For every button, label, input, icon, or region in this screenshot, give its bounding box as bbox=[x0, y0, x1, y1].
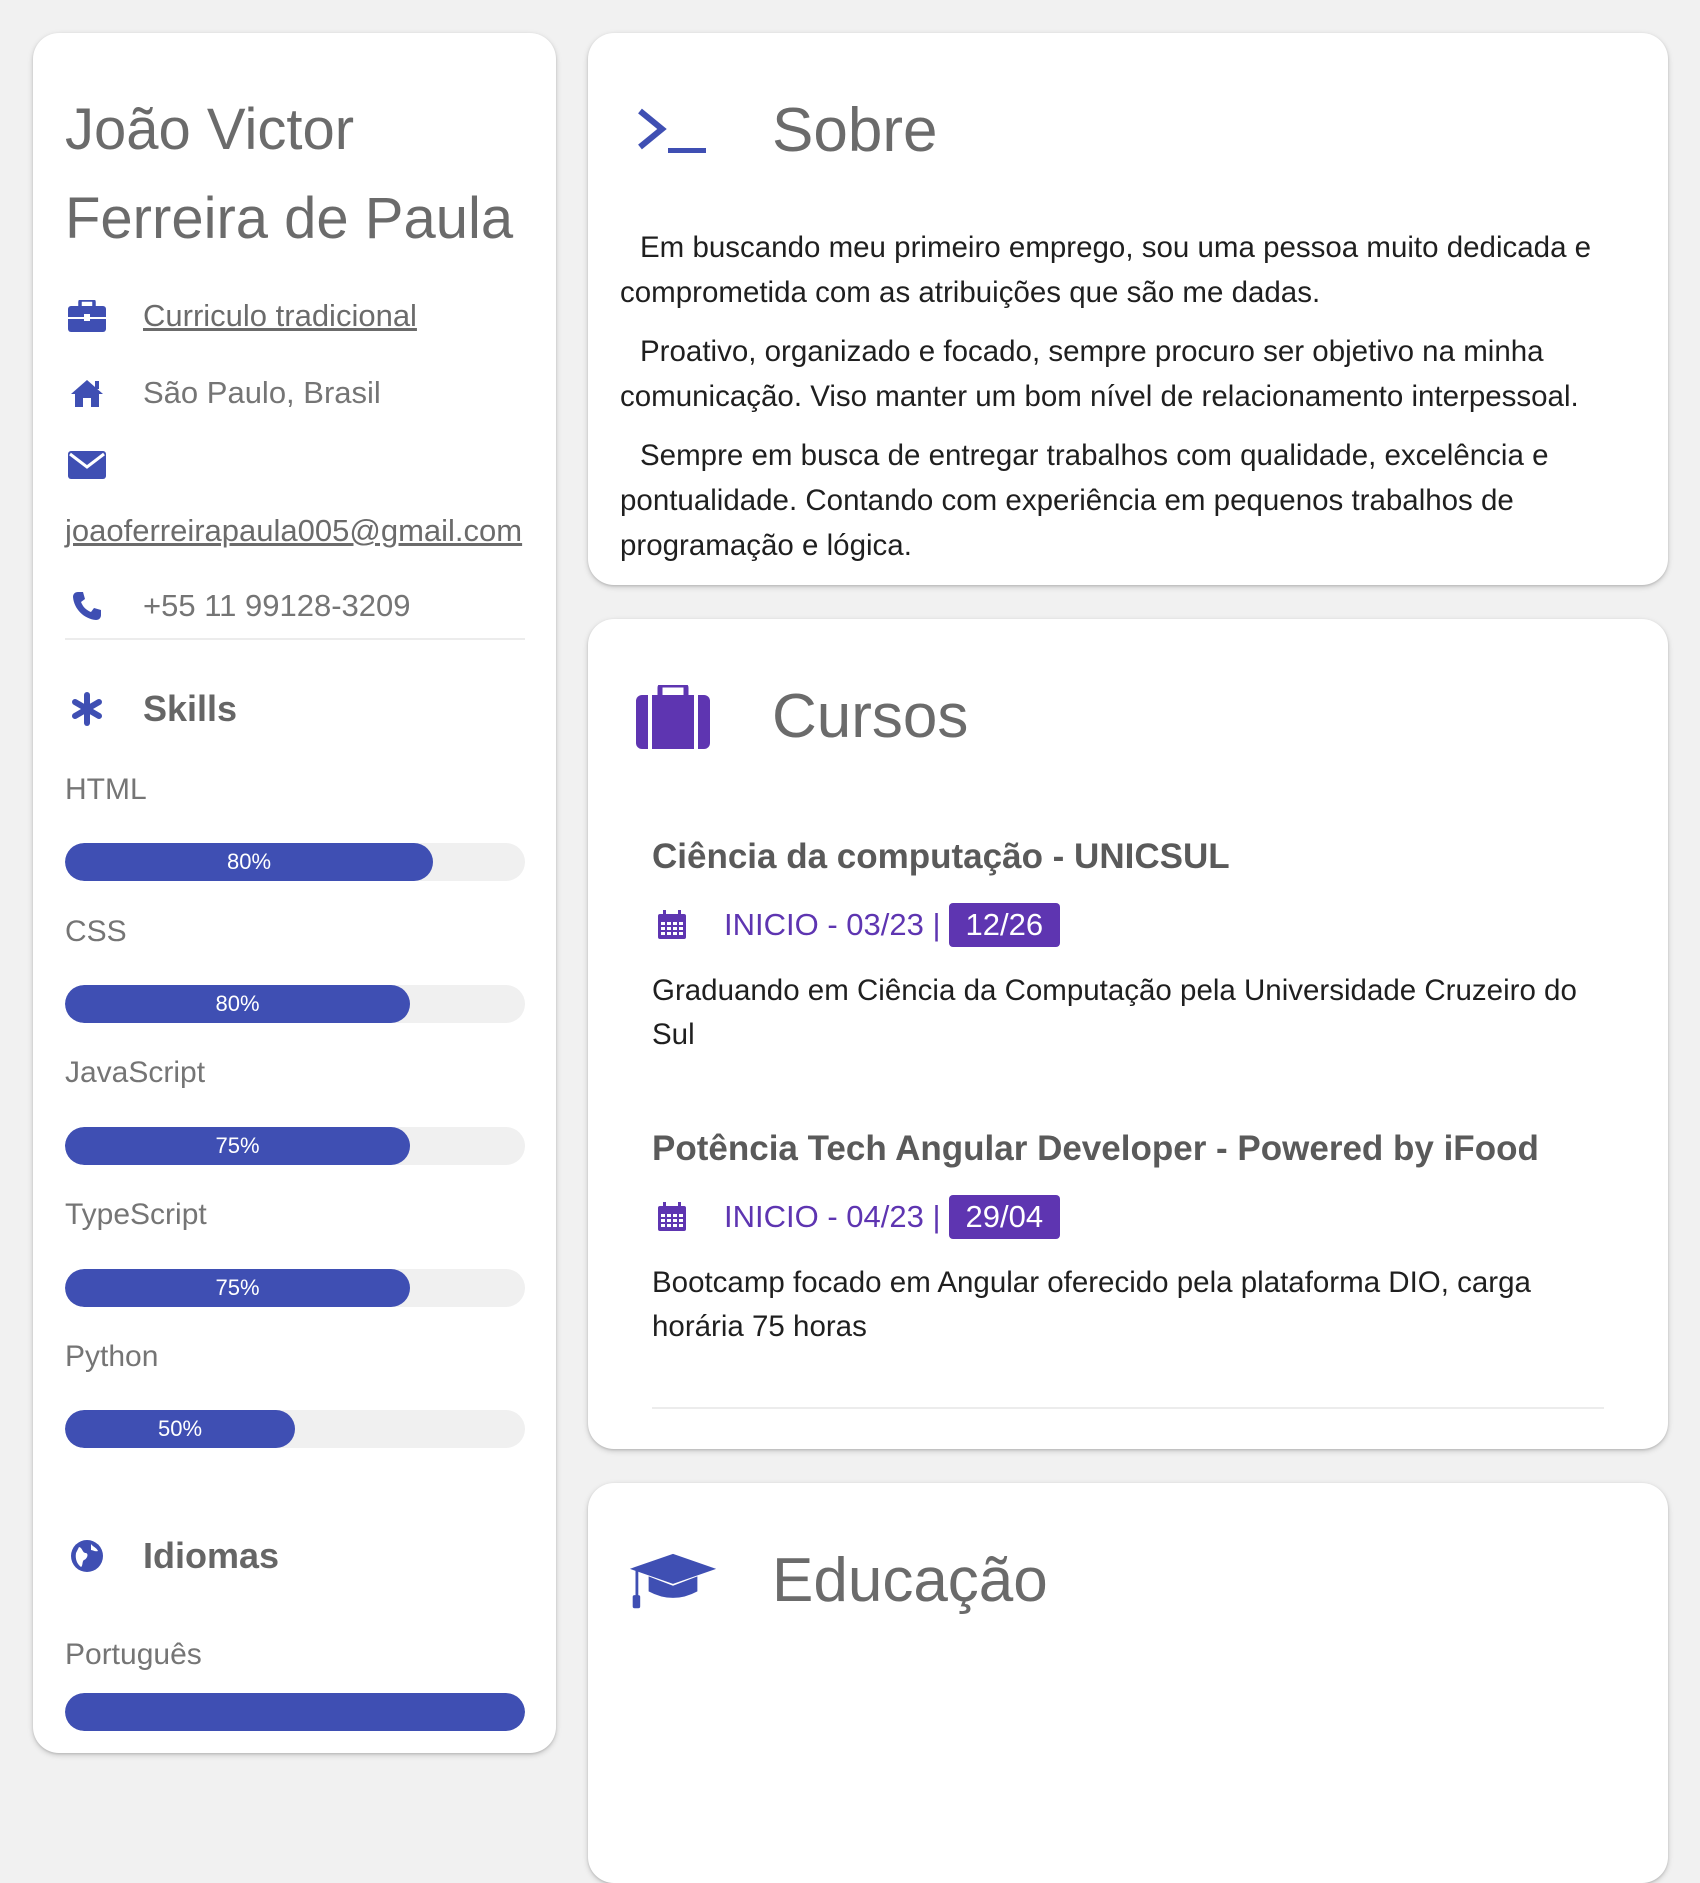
language-bar-fill bbox=[65, 1693, 525, 1731]
skills-title: Skills bbox=[143, 688, 238, 729]
language-bar-portuguese bbox=[65, 1693, 525, 1731]
skill-name: TypeScript bbox=[65, 1198, 207, 1231]
about-paragraph: Proativo, organizado e focado, sempre pr… bbox=[620, 335, 1579, 413]
skill-name: Python bbox=[65, 1340, 159, 1373]
email-row bbox=[65, 451, 109, 479]
globe-icon bbox=[65, 1539, 109, 1573]
skill-bar-python: 50% bbox=[65, 1410, 525, 1448]
skill-bar-fill: 75% bbox=[65, 1269, 410, 1307]
graduation-cap-icon bbox=[628, 1550, 718, 1612]
skill-bar-fill: 80% bbox=[65, 843, 433, 881]
skill-name: JavaScript bbox=[65, 1056, 206, 1089]
course-item: Potência Tech Angular Developer - Powere… bbox=[652, 1129, 1602, 1349]
courses-header: Cursos bbox=[628, 681, 968, 752]
course-end-badge: 29/04 bbox=[948, 1195, 1061, 1239]
calendar-icon bbox=[652, 910, 692, 940]
education-title: Educação bbox=[772, 1546, 1048, 1615]
about-header: Sobre bbox=[628, 95, 937, 166]
sidebar-divider bbox=[65, 638, 525, 640]
envelope-icon bbox=[65, 451, 109, 479]
course-start: INICIO - 03/23 | bbox=[724, 907, 941, 942]
language-name: Português bbox=[65, 1638, 202, 1671]
skill-bar-fill: 50% bbox=[65, 1410, 295, 1448]
courses-title: Cursos bbox=[772, 682, 969, 751]
skill-bar-typescript: 75% bbox=[65, 1269, 525, 1307]
resume-row: Curriculo tradicional bbox=[65, 298, 417, 334]
course-dates: INICIO - 04/23 | 29/04 bbox=[652, 1195, 1602, 1239]
home-icon bbox=[65, 378, 109, 408]
briefcase-icon bbox=[65, 300, 109, 332]
course-title: Potência Tech Angular Developer - Powere… bbox=[652, 1129, 1539, 1168]
course-title: Ciência da computação - UNICSUL bbox=[652, 837, 1230, 876]
course-description: Bootcamp focado em Angular oferecido pel… bbox=[652, 1266, 1531, 1343]
phone-icon bbox=[65, 590, 109, 622]
course-dates: INICIO - 03/23 | 12/26 bbox=[652, 903, 1602, 947]
skill-bar-html: 80% bbox=[65, 843, 525, 881]
languages-title: Idiomas bbox=[143, 1535, 280, 1576]
phone-text: +55 11 99128-3209 bbox=[143, 588, 411, 623]
email-link[interactable]: joaoferreirapaula005@gmail.com bbox=[65, 513, 522, 549]
courses-divider bbox=[652, 1407, 1604, 1409]
about-paragraph: Sempre em busca de entregar trabalhos co… bbox=[620, 439, 1549, 562]
skill-bar-css: 80% bbox=[65, 985, 525, 1023]
education-header: Educação bbox=[628, 1545, 1048, 1616]
profile-sidebar: João Victor Ferreira de Paula Curriculo … bbox=[33, 33, 556, 1753]
course-description: Graduando em Ciência da Computação pela … bbox=[652, 974, 1577, 1051]
asterisk-icon bbox=[65, 692, 109, 726]
location-row: São Paulo, Brasil bbox=[65, 375, 381, 411]
skills-header: Skills bbox=[65, 688, 237, 730]
course-start: INICIO - 04/23 | bbox=[724, 1199, 941, 1234]
resume-link[interactable]: Curriculo tradicional bbox=[143, 298, 417, 334]
phone-row: +55 11 99128-3209 bbox=[65, 588, 410, 624]
skill-name: CSS bbox=[65, 915, 127, 948]
skill-bar-javascript: 75% bbox=[65, 1127, 525, 1165]
languages-header: Idiomas bbox=[65, 1535, 279, 1577]
about-card: Sobre Em buscando meu primeiro emprego, … bbox=[588, 33, 1668, 585]
about-title: Sobre bbox=[772, 96, 938, 165]
education-card: Educação bbox=[588, 1483, 1668, 1883]
terminal-icon bbox=[628, 107, 718, 155]
course-end-badge: 12/26 bbox=[948, 903, 1061, 947]
location-text: São Paulo, Brasil bbox=[143, 375, 381, 410]
about-paragraph: Em buscando meu primeiro emprego, sou um… bbox=[620, 231, 1592, 309]
skill-bar-fill: 75% bbox=[65, 1127, 410, 1165]
skill-bar-fill: 80% bbox=[65, 985, 410, 1023]
briefcase-icon bbox=[628, 684, 718, 749]
calendar-icon bbox=[652, 1202, 692, 1232]
skill-name: HTML bbox=[65, 773, 147, 806]
courses-card: Cursos Ciência da computação - UNICSUL I… bbox=[588, 619, 1668, 1449]
course-item: Ciência da computação - UNICSUL INICIO -… bbox=[652, 837, 1602, 1057]
profile-name: João Victor Ferreira de Paula bbox=[65, 97, 514, 251]
